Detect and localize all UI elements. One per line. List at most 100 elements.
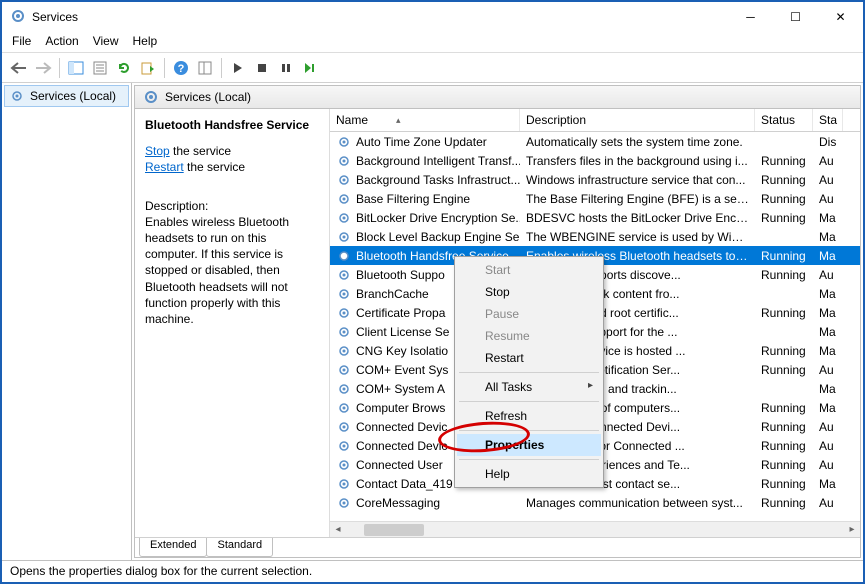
service-name: Contact Data_419 xyxy=(356,477,453,491)
properties-toolbar-button[interactable] xyxy=(89,57,111,79)
service-name: Block Level Backup Engine Se... xyxy=(356,230,520,244)
minimize-button[interactable]: ─ xyxy=(728,3,773,31)
status-bar: Opens the properties dialog box for the … xyxy=(2,560,863,582)
service-startup: Ma xyxy=(813,344,843,358)
service-status: Running xyxy=(755,363,813,377)
service-startup: Ma xyxy=(813,249,843,263)
table-row[interactable]: BitLocker Drive Encryption Se...BDESVC h… xyxy=(330,208,860,227)
tab-extended[interactable]: Extended xyxy=(139,538,207,557)
menu-view[interactable]: View xyxy=(93,34,119,48)
service-startup: Ma xyxy=(813,401,843,415)
service-startup: Au xyxy=(813,439,843,453)
menu-help[interactable]: Help xyxy=(133,34,158,48)
service-status: Running xyxy=(755,249,813,263)
service-icon xyxy=(336,381,352,397)
service-list: Name▴ Description Status Sta Auto Time Z… xyxy=(330,109,860,537)
service-status: Running xyxy=(755,268,813,282)
service-name: CoreMessaging xyxy=(356,496,440,510)
stop-service-link[interactable]: Stop xyxy=(145,144,170,158)
service-name: Connected User xyxy=(356,458,443,472)
table-row[interactable]: Background Intelligent Transf...Transfer… xyxy=(330,151,860,170)
table-row[interactable]: Background Tasks Infrastruct...Windows i… xyxy=(330,170,860,189)
list-header: Name▴ Description Status Sta xyxy=(330,109,860,132)
maximize-button[interactable]: ☐ xyxy=(773,3,818,31)
chevron-right-icon: ▸ xyxy=(588,380,593,391)
service-desc: Automatically sets the system time zone. xyxy=(520,135,755,149)
service-desc: Transfers files in the background using … xyxy=(520,154,755,168)
table-row[interactable]: Base Filtering EngineThe Base Filtering … xyxy=(330,189,860,208)
refresh-button[interactable] xyxy=(113,57,135,79)
service-startup: Au xyxy=(813,496,843,510)
service-icon xyxy=(336,324,352,340)
services-icon xyxy=(9,88,25,104)
pause-service-button[interactable] xyxy=(275,57,297,79)
service-name: COM+ Event Sys xyxy=(356,363,448,377)
column-name[interactable]: Name▴ xyxy=(330,109,520,131)
export-button[interactable] xyxy=(137,57,159,79)
service-icon xyxy=(336,305,352,321)
nav-label: Services (Local) xyxy=(30,89,116,103)
service-icon xyxy=(336,210,352,226)
sort-asc-icon: ▴ xyxy=(396,115,401,126)
service-status: Running xyxy=(755,192,813,206)
service-startup: Au xyxy=(813,192,843,206)
close-button[interactable]: ✕ xyxy=(818,3,863,31)
help-button[interactable]: ? xyxy=(170,57,192,79)
ctx-restart[interactable]: Restart xyxy=(457,347,601,369)
service-startup: Au xyxy=(813,173,843,187)
service-name: COM+ System A xyxy=(356,382,445,396)
ctx-pause: Pause xyxy=(457,303,601,325)
restart-service-button[interactable] xyxy=(299,57,321,79)
service-status: Running xyxy=(755,173,813,187)
service-icon xyxy=(336,495,352,511)
column-startup[interactable]: Sta xyxy=(813,109,843,131)
service-startup: Ma xyxy=(813,382,843,396)
table-row[interactable]: CoreMessagingManages communication betwe… xyxy=(330,493,860,512)
table-row[interactable]: Block Level Backup Engine Se...The WBENG… xyxy=(330,227,860,246)
service-name: Background Tasks Infrastruct... xyxy=(356,173,520,187)
service-status: Running xyxy=(755,496,813,510)
tab-standard[interactable]: Standard xyxy=(206,538,273,557)
forward-button[interactable] xyxy=(32,57,54,79)
service-startup: Au xyxy=(813,420,843,434)
info-pane: Bluetooth Handsfree Service Stop the ser… xyxy=(135,109,330,537)
service-icon xyxy=(336,286,352,302)
service-icon xyxy=(336,419,352,435)
start-service-button[interactable] xyxy=(227,57,249,79)
service-startup: Ma xyxy=(813,230,843,244)
show-hide-tree-button[interactable] xyxy=(65,57,87,79)
svg-text:?: ? xyxy=(178,63,185,75)
menu-action[interactable]: Action xyxy=(45,34,78,48)
ctx-refresh[interactable]: Refresh xyxy=(457,405,601,427)
service-desc: BDESVC hosts the BitLocker Drive Encry..… xyxy=(520,211,755,225)
restart-service-line: Restart the service xyxy=(145,159,319,175)
title-bar: Services ─ ☐ ✕ xyxy=(2,2,863,32)
service-name: Computer Brows xyxy=(356,401,445,415)
service-icon xyxy=(336,172,352,188)
service-name: Bluetooth Suppo xyxy=(356,268,445,282)
service-startup: Ma xyxy=(813,287,843,301)
service-icon xyxy=(336,248,352,264)
horizontal-scrollbar[interactable]: ◂ ▸ xyxy=(330,521,860,537)
nav-services-local[interactable]: Services (Local) xyxy=(4,85,129,107)
ctx-stop[interactable]: Stop xyxy=(457,281,601,303)
service-name: Client License Se xyxy=(356,325,449,339)
service-name: CNG Key Isolatio xyxy=(356,344,448,358)
ctx-start: Start xyxy=(457,259,601,281)
column-status[interactable]: Status xyxy=(755,109,813,131)
menu-file[interactable]: File xyxy=(12,34,31,48)
column-description[interactable]: Description xyxy=(520,109,755,131)
description-text: Enables wireless Bluetooth headsets to r… xyxy=(145,214,319,327)
ctx-help[interactable]: Help xyxy=(457,463,601,485)
service-startup: Dis xyxy=(813,135,843,149)
stop-service-button[interactable] xyxy=(251,57,273,79)
service-status: Running xyxy=(755,401,813,415)
restart-service-link[interactable]: Restart xyxy=(145,160,184,174)
service-icon xyxy=(336,153,352,169)
ctx-all-tasks[interactable]: All Tasks▸ xyxy=(457,376,601,398)
toolbar-extra-button[interactable] xyxy=(194,57,216,79)
ctx-properties[interactable]: Properties xyxy=(457,434,601,456)
back-button[interactable] xyxy=(8,57,30,79)
table-row[interactable]: Auto Time Zone UpdaterAutomatically sets… xyxy=(330,132,860,151)
main-header: Services (Local) xyxy=(135,86,860,109)
